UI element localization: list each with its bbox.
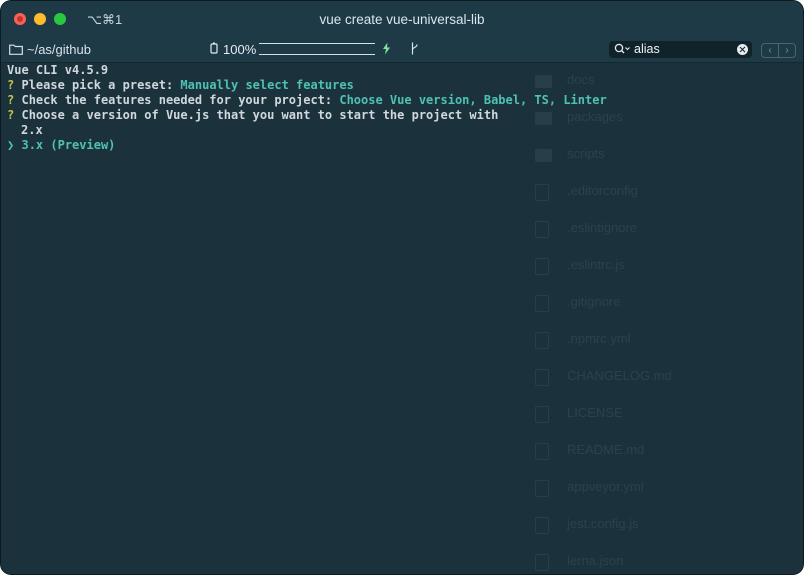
battery-percentage: 100% [223, 42, 257, 57]
file-icon [535, 517, 549, 534]
background-file-name: CHANGELOG.md [567, 368, 672, 383]
background-file-name: .npmrc.yml [567, 331, 631, 346]
window-title: vue create vue-universal-lib [319, 12, 485, 27]
prompt-line: ? Please pick a preset: Manually select … [7, 78, 607, 93]
folder-icon [9, 44, 23, 55]
search-previous-button[interactable]: ‹ [761, 43, 779, 58]
prompt-question: Choose a version of Vue.js that you want… [21, 108, 499, 122]
background-file-name: LICENSE [567, 405, 623, 420]
file-icon [535, 554, 549, 571]
file-icon [535, 480, 549, 497]
selection-pointer-icon: ❯ [7, 138, 15, 152]
prompt-mark: ? [7, 93, 15, 107]
prompt-mark: ? [7, 108, 15, 122]
file-icon [535, 332, 549, 349]
background-file-name: .gitignore [567, 294, 621, 309]
background-file-name: appveyor.yml [567, 479, 644, 494]
prompt-line: ? Choose a version of Vue.js that you wa… [7, 108, 607, 123]
search-input[interactable]: alias [634, 42, 660, 56]
prompt-mark: ? [7, 78, 15, 92]
title-bar: ⌥⌘1 vue create vue-universal-lib [1, 1, 803, 38]
background-file-name: .eslintrc.js [567, 257, 625, 272]
search-icon [614, 43, 630, 54]
file-icon [535, 443, 549, 460]
charging-bolt-icon [383, 42, 390, 55]
option-item-selected[interactable]: ❯ 3.x (Preview) [7, 138, 607, 153]
file-icon [535, 406, 549, 423]
git-branch-icon [411, 42, 418, 55]
clear-search-icon[interactable] [737, 44, 748, 55]
current-path[interactable]: ~/as/github [27, 42, 91, 57]
option-item[interactable]: 2.x [7, 123, 607, 138]
cli-version-line: Vue CLI v4.5.9 [7, 63, 109, 77]
background-file-name: .editorconfig [567, 183, 638, 198]
file-icon [535, 295, 549, 312]
background-file-name: jest.config.js [567, 516, 639, 531]
prompt-question: Please pick a preset: [21, 78, 181, 92]
terminal-window: ⌥⌘1 vue create vue-universal-lib ~/as/gi… [1, 1, 803, 574]
search-next-button[interactable]: › [778, 43, 796, 58]
background-file-name: lerna.json [567, 553, 624, 568]
battery-level-bar [259, 43, 375, 55]
file-icon [535, 258, 549, 275]
file-icon [535, 369, 549, 386]
status-bar: ~/as/github 100% alias ‹ › [1, 38, 803, 63]
terminal-output: Vue CLI v4.5.9 ? Please pick a preset: M… [7, 63, 607, 153]
background-file-name: README.md [567, 442, 645, 457]
prompt-answer: Choose Vue version, Babel, TS, Linter [339, 93, 607, 107]
background-file-name: .eslintignore [567, 220, 638, 235]
battery-icon [210, 42, 218, 54]
option-label: 3.x (Preview) [21, 138, 116, 152]
search-field[interactable]: alias [609, 41, 752, 58]
file-icon [535, 221, 549, 238]
prompt-line: ? Check the features needed for your pro… [7, 93, 607, 108]
prompt-answer: Manually select features [180, 78, 354, 92]
prompt-question: Check the features needed for your proje… [21, 93, 340, 107]
terminal-content[interactable]: docs packages scripts .editorconfig .eslinti… [1, 63, 803, 574]
file-icon [535, 184, 549, 201]
